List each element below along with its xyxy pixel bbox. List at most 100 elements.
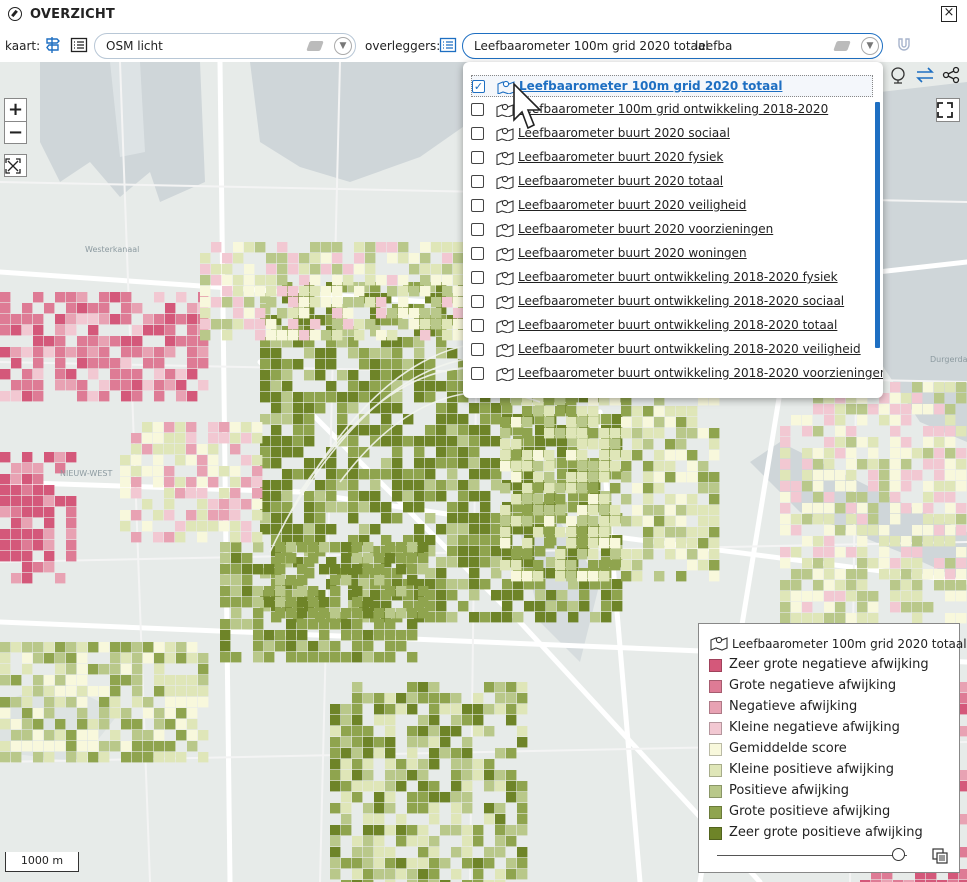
grid-cell (566, 571, 577, 582)
grid-cell (363, 597, 374, 608)
chevron-down-icon[interactable]: ▼ (861, 37, 879, 55)
overlay-option[interactable]: Leefbaarometer buurt 2020 fysiek (471, 147, 873, 169)
grid-cell (175, 488, 186, 499)
checkbox[interactable] (471, 127, 484, 140)
overlay-option-label[interactable]: Leefbaarometer buurt 2020 voorzieningen (518, 222, 773, 236)
grid-cell (341, 770, 352, 781)
scrollbar[interactable] (875, 102, 880, 348)
grid-cell (447, 458, 458, 469)
grid-cell (835, 602, 846, 613)
grid-cell (0, 391, 11, 402)
checkbox[interactable] (471, 367, 484, 380)
zoom-in-button[interactable]: + (5, 99, 26, 122)
overlay-option[interactable]: Leefbaarometer buurt ontwikkeling 2018-2… (471, 291, 873, 313)
checkbox[interactable] (471, 151, 484, 164)
chevron-down-icon[interactable]: ▼ (334, 37, 352, 55)
overlay-option-label[interactable]: Leefbaarometer buurt ontwikkeling 2018-2… (518, 366, 883, 380)
grid-cell (326, 524, 337, 535)
map-layer-icon (496, 367, 514, 381)
grid-cell (901, 569, 912, 580)
checkbox[interactable] (471, 319, 484, 332)
grid-cell (348, 392, 359, 403)
zoom-extent-button[interactable] (4, 154, 27, 177)
grid-cell (458, 480, 469, 491)
grid-cell (110, 642, 121, 653)
overlay-option-label[interactable]: Leefbaarometer 100m grid 2020 totaal (519, 79, 782, 93)
grid-cell (588, 472, 599, 483)
grid-cell (566, 516, 577, 527)
grid-cell (588, 527, 599, 538)
grid-cell (912, 602, 923, 613)
overlay-option[interactable]: Leefbaarometer buurt ontwikkeling 2018-2… (471, 363, 883, 385)
grid-cell (275, 586, 286, 597)
grid-cell (480, 469, 491, 480)
checkbox[interactable] (471, 223, 484, 236)
grid-cell (491, 524, 502, 535)
basemap-select[interactable]: OSM licht ▼ (94, 33, 356, 59)
overlay-option-label[interactable]: Leefbaarometer 100m grid ontwikkeling 20… (518, 102, 828, 116)
grid-cell (326, 480, 337, 491)
overlay-option[interactable]: Leefbaarometer buurt 2020 totaal (471, 171, 873, 193)
checkbox[interactable] (471, 103, 484, 116)
overlay-option-label[interactable]: Leefbaarometer buurt 2020 woningen (518, 246, 747, 260)
overlay-option-label[interactable]: Leefbaarometer buurt 2020 fysiek (518, 150, 723, 164)
grid-cell (934, 470, 945, 481)
grid-cell (824, 525, 835, 536)
overlay-option[interactable]: Leefbaarometer buurt ontwikkeling 2018-2… (471, 315, 873, 337)
overlay-search-field[interactable]: Leefbaarometer 100m grid 2020 totaal lee… (462, 33, 883, 59)
fullscreen-button[interactable] (936, 98, 960, 122)
layers-icon[interactable] (932, 848, 948, 864)
grid-cell (293, 524, 304, 535)
grid-cell (824, 547, 835, 558)
list-icon[interactable] (70, 36, 88, 54)
grid-cell (299, 253, 310, 264)
grid-cell (131, 466, 142, 477)
grid-cell (33, 485, 44, 496)
checkbox[interactable] (471, 199, 484, 212)
checkbox[interactable] (471, 175, 484, 188)
grid-cell (365, 275, 376, 286)
checkbox[interactable]: ✓ (472, 80, 485, 93)
overlay-option[interactable]: Leefbaarometer buurt 2020 veiligheid (471, 195, 873, 217)
grid-cell (442, 330, 453, 341)
overlay-option[interactable]: Leefbaarometer buurt 2020 woningen (471, 243, 873, 265)
checkbox[interactable] (471, 295, 484, 308)
grid-cell (451, 759, 462, 770)
grid-cell (868, 437, 879, 448)
grid-cell (275, 608, 286, 619)
overlay-option-label[interactable]: Leefbaarometer buurt 2020 totaal (518, 174, 723, 188)
selected-overlay-chip[interactable]: Leefbaarometer 100m grid 2020 totaal (474, 39, 709, 53)
opacity-slider-handle[interactable] (891, 848, 905, 861)
overlay-option[interactable]: Leefbaarometer buurt 2020 voorzieningen (471, 219, 873, 241)
opacity-slider[interactable] (717, 855, 907, 856)
grid-cell (315, 524, 326, 535)
clear-icon[interactable] (306, 41, 324, 51)
zoom-out-button[interactable]: − (5, 122, 26, 144)
close-button[interactable]: × (941, 6, 957, 22)
magnet-icon[interactable] (895, 36, 913, 54)
overlay-option-label[interactable]: Leefbaarometer buurt ontwikkeling 2018-2… (518, 318, 837, 332)
grid-cell (33, 380, 44, 391)
grid-cell (77, 686, 88, 697)
overlay-option-label[interactable]: Leefbaarometer buurt 2020 veiligheid (518, 198, 746, 212)
grid-cell (176, 752, 187, 763)
overlay-option-label[interactable]: Leefbaarometer buurt ontwikkeling 2018-2… (518, 294, 844, 308)
overlay-search-input[interactable]: leefba (695, 39, 732, 53)
overlay-option-label[interactable]: Leefbaarometer buurt ontwikkeling 2018-2… (518, 342, 861, 356)
grid-cell (495, 748, 506, 759)
overlay-option-label[interactable]: Leefbaarometer buurt 2020 sociaal (518, 126, 730, 140)
grid-cell (846, 459, 857, 470)
overlay-option[interactable]: Leefbaarometer buurt ontwikkeling 2018-2… (471, 267, 873, 289)
grid-cell (200, 286, 211, 297)
grid-cell (665, 406, 676, 417)
clear-icon[interactable] (833, 41, 851, 51)
signpost-icon[interactable] (44, 36, 62, 54)
overlay-option-label[interactable]: Leefbaarometer buurt ontwikkeling 2018-2… (518, 270, 838, 284)
overlay-option[interactable]: Leefbaarometer buurt ontwikkeling 2018-2… (471, 339, 873, 361)
grid-cell (142, 444, 153, 455)
checkbox[interactable] (471, 271, 484, 284)
checkbox[interactable] (471, 343, 484, 356)
grid-cell (348, 348, 359, 359)
checkbox[interactable] (471, 247, 484, 260)
list-icon[interactable] (439, 36, 457, 54)
